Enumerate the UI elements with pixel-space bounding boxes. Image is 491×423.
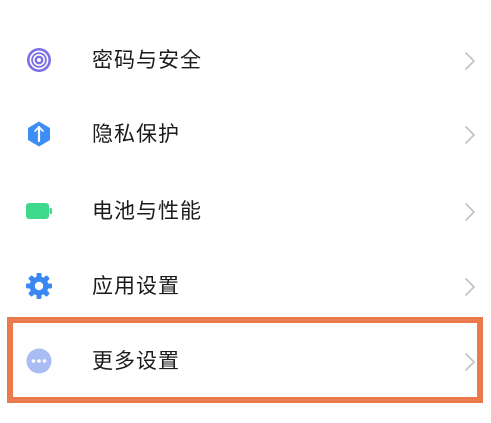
settings-item-label: 应用设置	[92, 274, 180, 298]
settings-item-privacy[interactable]: 隐私保护	[0, 104, 491, 164]
chevron-right-icon	[465, 126, 475, 144]
chevron-right-icon	[465, 203, 475, 221]
settings-item-label: 隐私保护	[92, 122, 180, 146]
settings-item-battery-performance[interactable]: 电池与性能	[0, 181, 491, 241]
settings-item-password-security[interactable]: 密码与安全	[0, 30, 491, 90]
chevron-right-icon	[465, 278, 475, 296]
settings-screen: 密码与安全 隐私保护 电池与性能 应用设置 更多设置	[0, 0, 491, 423]
settings-item-label: 更多设置	[92, 349, 180, 373]
privacy-shield-icon	[28, 121, 50, 147]
chevron-right-icon	[465, 353, 475, 371]
app-settings-gear-icon	[26, 273, 52, 299]
more-settings-icon	[26, 348, 52, 374]
battery-icon	[26, 203, 52, 219]
settings-item-label: 电池与性能	[92, 199, 202, 223]
password-security-icon	[27, 48, 51, 72]
settings-item-label: 密码与安全	[92, 48, 202, 72]
settings-item-app-settings[interactable]: 应用设置	[0, 256, 491, 316]
chevron-right-icon	[465, 52, 475, 70]
settings-item-more-settings[interactable]: 更多设置	[0, 331, 491, 391]
